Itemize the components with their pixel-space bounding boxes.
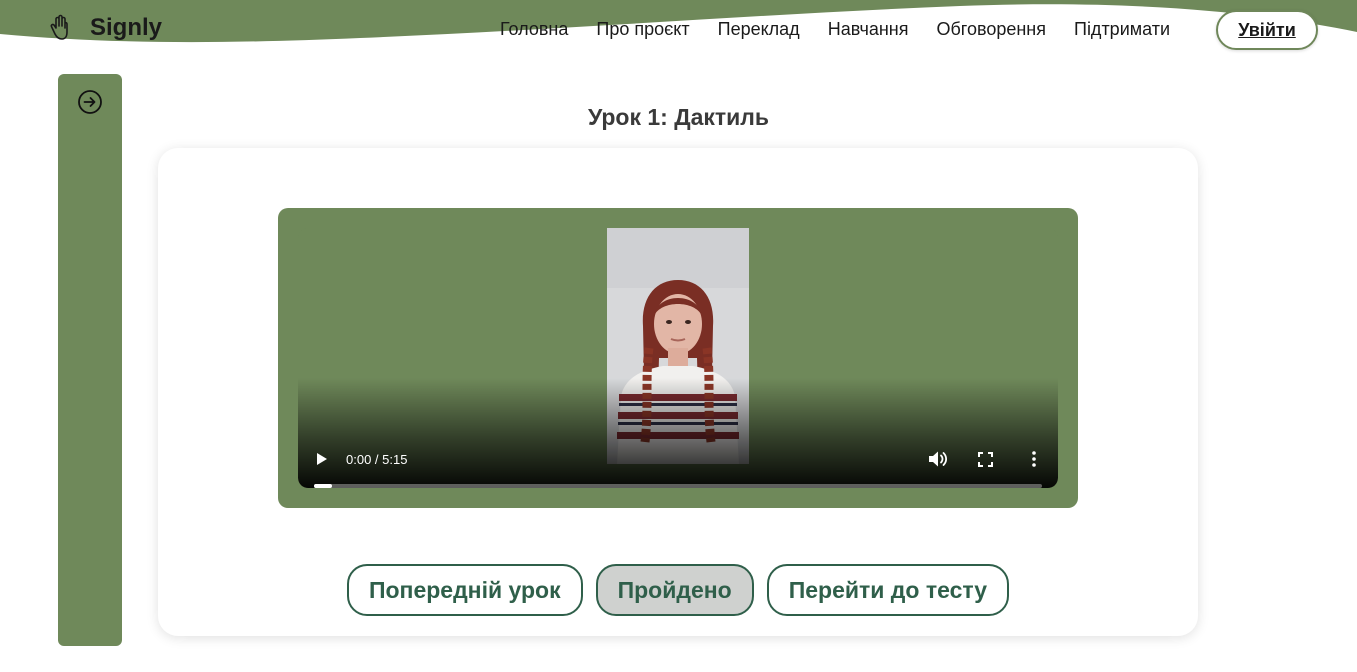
- brand-name: Signly: [90, 14, 163, 41]
- more-vert-icon[interactable]: [1031, 450, 1037, 468]
- lesson-done-button[interactable]: Пройдено: [595, 564, 754, 616]
- nav-item-learning[interactable]: Навчання: [828, 19, 909, 40]
- brand-logo[interactable]: Signly: [48, 14, 162, 42]
- nav-item-translate[interactable]: Переклад: [718, 19, 800, 40]
- video-controls-gradient: [298, 378, 1058, 488]
- video-progress-fill: [314, 484, 333, 488]
- volume-icon[interactable]: [928, 450, 948, 468]
- nav-item-home[interactable]: Головна: [500, 19, 568, 40]
- lesson-title: Урок 1: Дактиль: [587, 104, 770, 130]
- lesson-actions: Попередній урок Пройдено Перейти до тест…: [158, 564, 1198, 616]
- sidebar: [58, 74, 122, 646]
- nav-item-discussion[interactable]: Обговорення: [936, 19, 1046, 40]
- go-to-test-button[interactable]: Перейти до тесту: [766, 564, 1010, 616]
- login-button[interactable]: Увійти: [1216, 10, 1318, 50]
- video-progress-bar[interactable]: [314, 484, 1042, 488]
- play-icon[interactable]: [316, 452, 328, 466]
- main-nav: Головна Про проєкт Переклад Навчання Обг…: [500, 19, 1198, 40]
- nav-item-support[interactable]: Підтримати: [1074, 19, 1170, 40]
- previous-lesson-button[interactable]: Попередній урок: [346, 564, 583, 616]
- video-frame: 0:00 / 5:15: [278, 208, 1078, 508]
- hand-icon: [50, 14, 68, 40]
- lesson-card: 0:00 / 5:15 Попередній урок Пройдено Пер…: [158, 148, 1198, 636]
- video-player[interactable]: 0:00 / 5:15: [298, 228, 1058, 488]
- fullscreen-icon[interactable]: [978, 452, 993, 467]
- video-time-display: 0:00 / 5:15: [346, 452, 408, 467]
- nav-item-about[interactable]: Про проєкт: [596, 19, 689, 40]
